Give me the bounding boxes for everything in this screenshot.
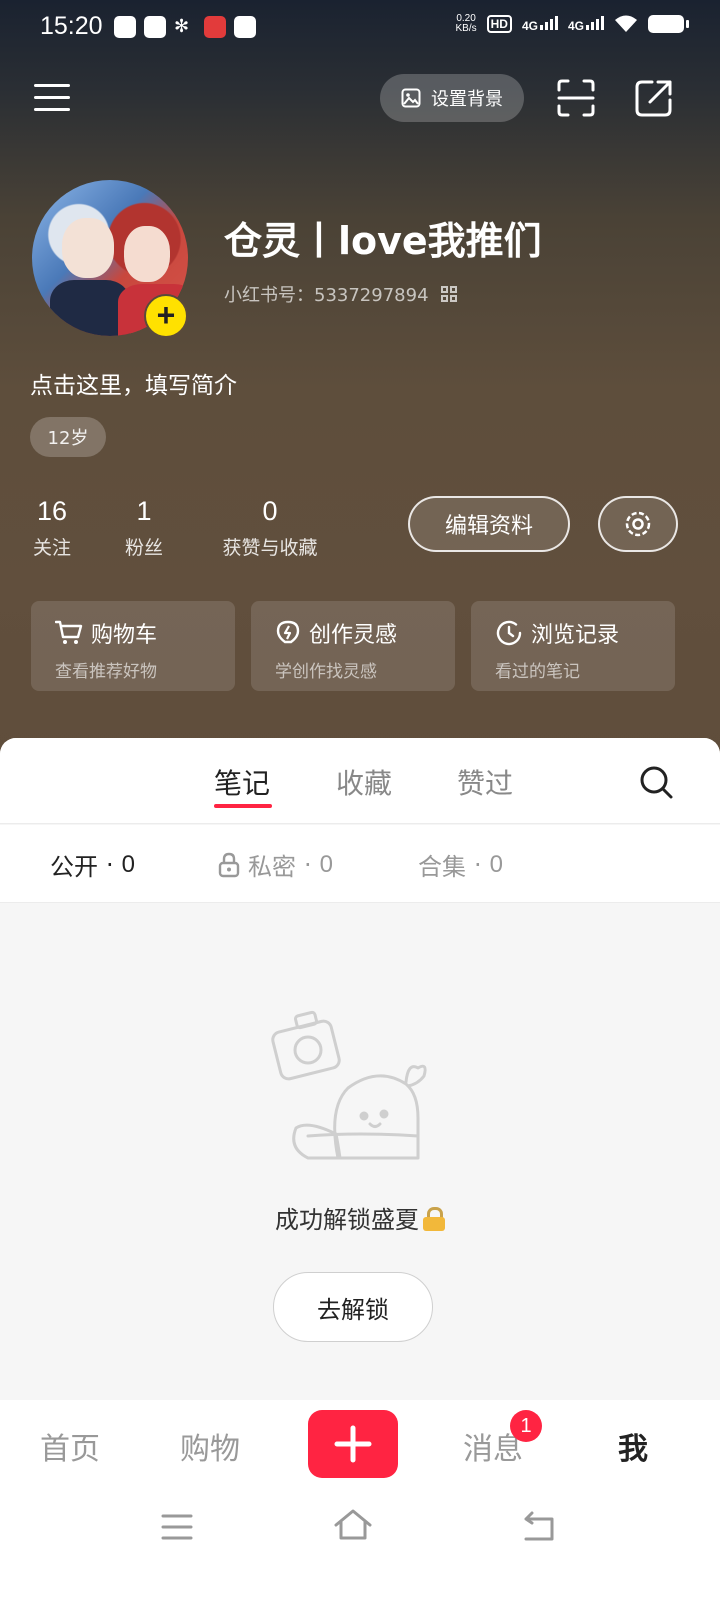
nav-shop[interactable]: 购物	[180, 1424, 240, 1468]
followers-stat[interactable]: 1 粉丝	[122, 496, 166, 560]
settings-button[interactable]	[598, 496, 678, 552]
tab-liked[interactable]: 赞过	[457, 762, 513, 802]
messages-badge: 1	[510, 1410, 542, 1442]
empty-state-illustration	[271, 1010, 427, 1160]
shopping-cart-card[interactable]: 购物车 查看推荐好物	[31, 601, 235, 691]
nickname: 仓灵丨love我推们	[224, 219, 542, 263]
news-notification-icon	[204, 16, 226, 38]
unlock-button[interactable]: 去解锁	[273, 1272, 433, 1342]
edit-profile-button[interactable]: 编辑资料	[408, 496, 570, 552]
share-icon[interactable]	[634, 78, 674, 118]
age-tag: 12岁	[30, 417, 106, 457]
lightbulb-icon	[276, 620, 300, 644]
card-title: 购物车	[91, 623, 158, 648]
tab-collections[interactable]: 收藏	[336, 762, 392, 802]
home-icon[interactable]	[333, 1508, 373, 1542]
card-subtitle: 查看推荐好物	[55, 662, 157, 682]
network-speed: 0.20 KB/s	[455, 13, 477, 34]
nav-me[interactable]: 我	[618, 1424, 648, 1468]
set-background-label: 设置背景	[431, 89, 503, 110]
red-id-text: 小红书号：5337297894	[224, 285, 429, 306]
message-notification-icon	[234, 16, 256, 38]
hd-voice-icon: HD	[486, 15, 512, 33]
system-navigation-bar	[0, 1492, 720, 1600]
image-icon	[401, 88, 421, 108]
following-stat[interactable]: 16 关注	[30, 496, 74, 560]
red-id[interactable]: 小红书号：5337297894	[224, 281, 457, 307]
clock-icon	[496, 620, 522, 646]
likes-collections-stat[interactable]: 0 获赞与收藏	[215, 496, 325, 560]
card-subtitle: 看过的笔记	[495, 662, 580, 682]
notes-panel: 笔记 收藏 赞过 公开 · 0 私密 · 0 合集 · 0 成功解锁盛夏 去解锁	[0, 738, 720, 1400]
app-notification-icon	[144, 16, 166, 38]
back-icon[interactable]	[522, 1510, 556, 1542]
subtab-private[interactable]: 私密 · 0	[218, 847, 333, 882]
lock-emoji-icon	[423, 1207, 445, 1231]
bottom-navigation: 首页 购物 消息 1 我	[0, 1400, 720, 1492]
bio-placeholder[interactable]: 点击这里，填写简介	[30, 366, 237, 400]
set-background-button[interactable]: 设置背景	[380, 74, 524, 122]
search-icon[interactable]	[636, 762, 676, 802]
battery-icon	[648, 15, 689, 33]
plus-icon	[334, 1425, 372, 1463]
creative-inspiration-card[interactable]: 创作灵感 学创作找灵感	[251, 601, 455, 691]
nav-home[interactable]: 首页	[40, 1424, 100, 1468]
lock-icon	[218, 852, 240, 877]
wechat-notification-icon: ✻	[174, 16, 190, 37]
subtab-albums[interactable]: 合集 · 0	[418, 847, 503, 882]
publish-button[interactable]	[308, 1410, 398, 1478]
wifi-icon	[615, 15, 637, 32]
cart-icon	[55, 620, 83, 644]
recent-apps-icon[interactable]	[160, 1512, 194, 1542]
card-title: 浏览记录	[531, 623, 620, 648]
signal-sim2-icon: 4G	[568, 15, 604, 33]
tiktok-notification-icon	[114, 16, 136, 38]
qr-code-icon[interactable]	[440, 286, 457, 302]
status-bar: 15:20 ✻ 0.20 KB/s HD 4G 4G	[0, 0, 720, 56]
gear-icon	[625, 511, 651, 537]
tab-notes[interactable]: 笔记	[214, 762, 270, 802]
status-time: 15:20	[40, 12, 103, 40]
card-subtitle: 学创作找灵感	[275, 662, 377, 682]
active-tab-indicator	[214, 804, 272, 808]
content-tabs: 笔记 收藏 赞过	[0, 738, 720, 824]
add-avatar-button[interactable]: +	[144, 294, 188, 338]
menu-icon[interactable]	[34, 80, 72, 114]
notification-icons: ✻	[114, 16, 256, 38]
note-filter-tabs: 公开 · 0 私密 · 0 合集 · 0	[0, 825, 720, 903]
status-indicators: 0.20 KB/s HD 4G 4G	[455, 13, 689, 34]
scan-icon[interactable]	[556, 78, 596, 118]
card-title: 创作灵感	[309, 623, 398, 648]
browsing-history-card[interactable]: 浏览记录 看过的笔记	[471, 601, 675, 691]
empty-state-message: 成功解锁盛夏	[0, 1200, 720, 1235]
subtab-public[interactable]: 公开 · 0	[50, 847, 135, 882]
signal-sim1-icon: 4G	[522, 15, 558, 33]
